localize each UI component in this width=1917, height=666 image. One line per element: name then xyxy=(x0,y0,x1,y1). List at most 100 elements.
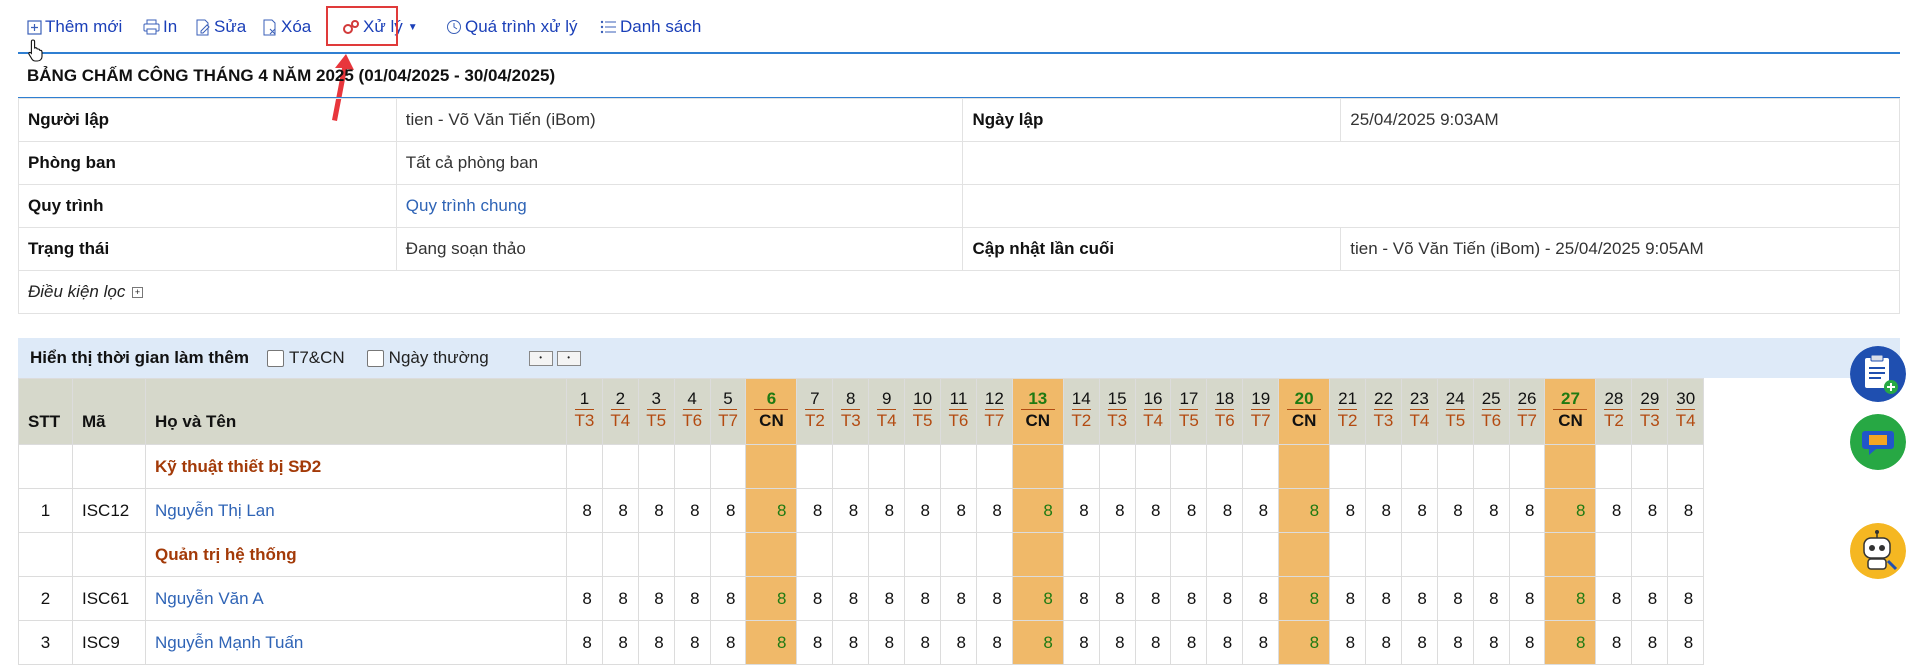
hours-cell[interactable]: 8 xyxy=(940,488,977,533)
hours-cell[interactable]: 8 xyxy=(673,620,711,665)
hours-cell[interactable]: 8 xyxy=(1278,488,1331,533)
print-button[interactable]: In xyxy=(143,16,177,38)
hours-cell[interactable]: 8 xyxy=(1011,488,1064,533)
hours-cell[interactable]: 8 xyxy=(1278,576,1331,621)
hours-cell[interactable]: 8 xyxy=(1134,488,1172,533)
hours-cell[interactable]: 8 xyxy=(566,620,603,665)
hours-cell[interactable]: 8 xyxy=(601,488,639,533)
employee-name-link[interactable]: Nguyễn Mạnh Tuấn xyxy=(155,633,303,652)
hours-cell[interactable]: 8 xyxy=(1098,576,1136,621)
hours-cell[interactable]: 8 xyxy=(940,620,977,665)
employee-name-link[interactable]: Nguyễn Thị Lan xyxy=(155,501,275,520)
hours-cell[interactable]: 8 xyxy=(975,488,1013,533)
hours-cell[interactable]: 8 xyxy=(601,576,639,621)
hours-cell[interactable]: 8 xyxy=(1329,576,1367,621)
hours-cell[interactable]: 8 xyxy=(832,576,870,621)
hours-cell[interactable]: 8 xyxy=(1134,620,1172,665)
hours-cell[interactable]: 8 xyxy=(904,576,942,621)
chat-fab[interactable] xyxy=(1850,414,1906,470)
filter-toggle[interactable]: Điều kiện lọc + xyxy=(18,270,1900,314)
hours-cell[interactable]: 8 xyxy=(709,488,747,533)
list-button[interactable]: Danh sách xyxy=(600,16,701,38)
hours-cell[interactable]: 8 xyxy=(1206,620,1244,665)
weekday-option[interactable]: Ngày thường xyxy=(366,348,489,368)
hours-cell[interactable]: 8 xyxy=(637,620,675,665)
hours-cell[interactable]: 8 xyxy=(1667,488,1705,533)
hours-cell[interactable]: 8 xyxy=(1134,576,1172,621)
expand-icon[interactable]: + xyxy=(132,287,144,299)
hours-cell[interactable]: 8 xyxy=(1595,488,1633,533)
hours-cell[interactable]: 8 xyxy=(1098,488,1136,533)
hours-cell[interactable]: 8 xyxy=(796,576,834,621)
hours-cell[interactable]: 8 xyxy=(673,576,711,621)
hours-cell[interactable]: 8 xyxy=(904,488,942,533)
hours-cell[interactable]: 8 xyxy=(566,488,603,533)
hours-cell[interactable]: 8 xyxy=(1206,488,1244,533)
weekend-option[interactable]: T7&CN xyxy=(266,348,345,368)
hours-cell[interactable]: 8 xyxy=(1544,488,1597,533)
hours-cell[interactable]: 8 xyxy=(1098,620,1136,665)
hours-cell[interactable]: 8 xyxy=(1631,576,1669,621)
hours-cell[interactable]: 8 xyxy=(1472,576,1510,621)
employee-name-link[interactable]: Nguyễn Văn A xyxy=(155,589,264,608)
hours-cell[interactable]: 8 xyxy=(868,488,906,533)
hours-cell[interactable]: 8 xyxy=(940,576,977,621)
hours-cell[interactable]: 8 xyxy=(1595,576,1633,621)
hours-cell[interactable]: 8 xyxy=(601,620,639,665)
workflow-link[interactable]: Quy trình chung xyxy=(406,196,527,215)
hours-cell[interactable]: 8 xyxy=(1400,576,1438,621)
hours-cell[interactable]: 8 xyxy=(1436,576,1474,621)
hours-cell[interactable]: 8 xyxy=(868,620,906,665)
hours-cell[interactable]: 8 xyxy=(1544,620,1597,665)
hours-cell[interactable]: 8 xyxy=(1667,620,1705,665)
hours-cell[interactable]: 8 xyxy=(1544,576,1597,621)
hours-cell[interactable]: 8 xyxy=(745,576,798,621)
hours-cell[interactable]: 8 xyxy=(1436,488,1474,533)
hours-cell[interactable]: 8 xyxy=(1170,576,1208,621)
process-history-button[interactable]: Quá trình xử lý xyxy=(446,16,577,38)
hours-cell[interactable]: 8 xyxy=(1329,620,1367,665)
hours-cell[interactable]: 8 xyxy=(1011,576,1064,621)
hours-cell[interactable]: 8 xyxy=(1329,488,1367,533)
hours-cell[interactable]: 8 xyxy=(1365,620,1402,665)
hours-cell[interactable]: 8 xyxy=(673,488,711,533)
hours-cell[interactable]: 8 xyxy=(1242,576,1280,621)
hours-cell[interactable]: 8 xyxy=(868,576,906,621)
hours-cell[interactable]: 8 xyxy=(975,620,1013,665)
add-new-button[interactable]: Thêm mới xyxy=(27,16,122,38)
weekend-checkbox[interactable] xyxy=(266,349,284,367)
hours-cell[interactable]: 8 xyxy=(1278,620,1331,665)
hours-cell[interactable]: 8 xyxy=(1206,576,1244,621)
expand-button[interactable]: • xyxy=(556,350,581,366)
robot-assistant-fab[interactable] xyxy=(1850,523,1906,579)
hours-cell[interactable]: 8 xyxy=(904,620,942,665)
hours-cell[interactable]: 8 xyxy=(1508,620,1546,665)
hours-cell[interactable]: 8 xyxy=(1472,620,1510,665)
hours-cell[interactable]: 8 xyxy=(1508,576,1546,621)
hours-cell[interactable]: 8 xyxy=(637,488,675,533)
hours-cell[interactable]: 8 xyxy=(975,576,1013,621)
hours-cell[interactable]: 8 xyxy=(1436,620,1474,665)
weekday-checkbox[interactable] xyxy=(366,349,384,367)
hours-cell[interactable]: 8 xyxy=(1631,620,1669,665)
hours-cell[interactable]: 8 xyxy=(1011,620,1064,665)
hours-cell[interactable]: 8 xyxy=(832,488,870,533)
hours-cell[interactable]: 8 xyxy=(745,488,798,533)
hours-cell[interactable]: 8 xyxy=(1242,488,1280,533)
edit-button[interactable]: Sửa xyxy=(195,16,246,38)
hours-cell[interactable]: 8 xyxy=(637,576,675,621)
hours-cell[interactable]: 8 xyxy=(1365,576,1402,621)
hours-cell[interactable]: 8 xyxy=(1508,488,1546,533)
hours-cell[interactable]: 8 xyxy=(1667,576,1705,621)
hours-cell[interactable]: 8 xyxy=(709,576,747,621)
delete-button[interactable]: Xóa xyxy=(262,16,311,38)
hours-cell[interactable]: 8 xyxy=(1242,620,1280,665)
hours-cell[interactable]: 8 xyxy=(1631,488,1669,533)
hours-cell[interactable]: 8 xyxy=(1062,620,1100,665)
hours-cell[interactable]: 8 xyxy=(745,620,798,665)
hours-cell[interactable]: 8 xyxy=(566,576,603,621)
hours-cell[interactable]: 8 xyxy=(709,620,747,665)
hours-cell[interactable]: 8 xyxy=(832,620,870,665)
hours-cell[interactable]: 8 xyxy=(1365,488,1402,533)
hours-cell[interactable]: 8 xyxy=(1062,488,1100,533)
